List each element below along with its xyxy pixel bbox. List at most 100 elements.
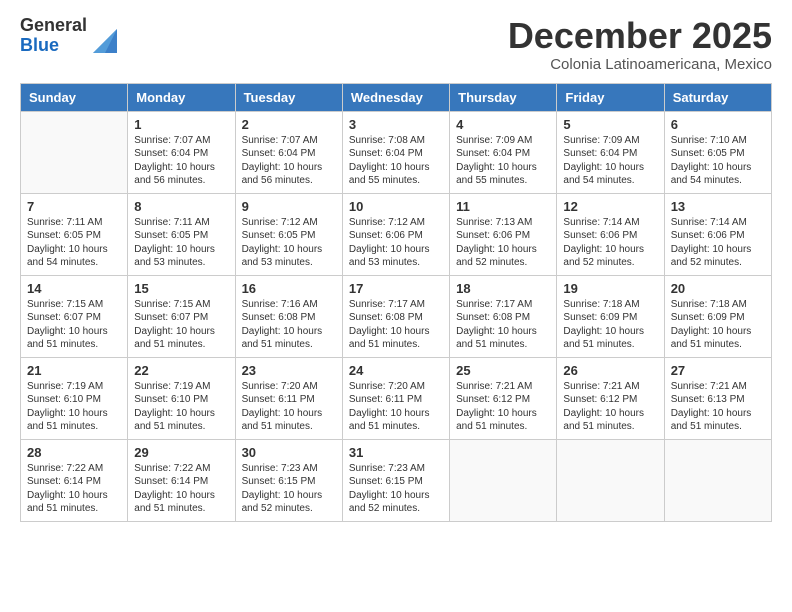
day-info: Sunrise: 7:23 AMSunset: 6:15 PMDaylight:… [242, 462, 336, 516]
calendar-cell: 16 Sunrise: 7:16 AMSunset: 6:08 PMDayligh… [235, 275, 342, 357]
calendar-week-5: 28 Sunrise: 7:22 AMSunset: 6:14 PMDayligh… [21, 439, 772, 521]
calendar-cell: 2 Sunrise: 7:07 AMSunset: 6:04 PMDaylight… [235, 111, 342, 193]
calendar-cell: 30 Sunrise: 7:23 AMSunset: 6:15 PMDayligh… [235, 439, 342, 521]
calendar-cell: 8 Sunrise: 7:11 AMSunset: 6:05 PMDaylight… [128, 193, 235, 275]
day-info: Sunrise: 7:12 AMSunset: 6:05 PMDaylight:… [242, 216, 336, 270]
day-number: 1 [134, 117, 228, 132]
day-number: 26 [563, 363, 657, 378]
calendar-cell: 26 Sunrise: 7:21 AMSunset: 6:12 PMDayligh… [557, 357, 664, 439]
day-number: 27 [671, 363, 765, 378]
calendar-cell: 1 Sunrise: 7:07 AMSunset: 6:04 PMDaylight… [128, 111, 235, 193]
weekday-header-saturday: Saturday [664, 83, 771, 111]
title-block: December 2025 Colonia Latinoamericana, M… [508, 16, 772, 73]
day-info: Sunrise: 7:11 AMSunset: 6:05 PMDaylight:… [134, 216, 228, 270]
weekday-header-tuesday: Tuesday [235, 83, 342, 111]
day-number: 16 [242, 281, 336, 296]
day-info: Sunrise: 7:20 AMSunset: 6:11 PMDaylight:… [242, 380, 336, 434]
weekday-header-wednesday: Wednesday [342, 83, 449, 111]
day-info: Sunrise: 7:11 AMSunset: 6:05 PMDaylight:… [27, 216, 121, 270]
calendar-cell: 4 Sunrise: 7:09 AMSunset: 6:04 PMDaylight… [450, 111, 557, 193]
day-info: Sunrise: 7:21 AMSunset: 6:12 PMDaylight:… [563, 380, 657, 434]
calendar-cell: 5Sunrise: 7:09 AMSunset: 6:04 PMDaylight… [557, 111, 664, 193]
day-info: Sunrise: 7:19 AMSunset: 6:10 PMDaylight:… [27, 380, 121, 434]
day-number: 21 [27, 363, 121, 378]
calendar-cell: 19Sunrise: 7:18 AMSunset: 6:09 PMDayligh… [557, 275, 664, 357]
calendar-table: SundayMondayTuesdayWednesdayThursdayFrid… [20, 83, 772, 522]
day-number: 9 [242, 199, 336, 214]
day-info: Sunrise: 7:12 AMSunset: 6:06 PMDaylight:… [349, 216, 443, 270]
day-info: Sunrise: 7:17 AMSunset: 6:08 PMDaylight:… [456, 298, 550, 352]
day-info: Sunrise: 7:10 AMSunset: 6:05 PMDaylight:… [671, 134, 765, 188]
day-number: 17 [349, 281, 443, 296]
day-info: Sunrise: 7:07 AMSunset: 6:04 PMDaylight:… [242, 134, 336, 188]
weekday-header-sunday: Sunday [21, 83, 128, 111]
day-info: Sunrise: 7:13 AMSunset: 6:06 PMDaylight:… [456, 216, 550, 270]
day-number: 20 [671, 281, 765, 296]
calendar-cell: 18Sunrise: 7:17 AMSunset: 6:08 PMDayligh… [450, 275, 557, 357]
calendar-cell: 17 Sunrise: 7:17 AMSunset: 6:08 PMDayligh… [342, 275, 449, 357]
day-info: Sunrise: 7:22 AMSunset: 6:14 PMDaylight:… [27, 462, 121, 516]
logo-icon [89, 25, 121, 55]
logo-text: General Blue [20, 16, 87, 56]
logo: General Blue [20, 16, 121, 56]
calendar-cell: 31 Sunrise: 7:23 AMSunset: 6:15 PMDayligh… [342, 439, 449, 521]
day-number: 8 [134, 199, 228, 214]
day-number: 30 [242, 445, 336, 460]
day-info: Sunrise: 7:14 AMSunset: 6:06 PMDaylight:… [563, 216, 657, 270]
calendar-cell: 25Sunrise: 7:21 AMSunset: 6:12 PMDayligh… [450, 357, 557, 439]
day-info: Sunrise: 7:15 AMSunset: 6:07 PMDaylight:… [27, 298, 121, 352]
day-info: Sunrise: 7:09 AMSunset: 6:04 PMDaylight:… [563, 134, 657, 188]
day-number: 4 [456, 117, 550, 132]
day-info: Sunrise: 7:14 AMSunset: 6:06 PMDaylight:… [671, 216, 765, 270]
day-number: 10 [349, 199, 443, 214]
day-info: Sunrise: 7:22 AMSunset: 6:14 PMDaylight:… [134, 462, 228, 516]
calendar-cell: 23Sunrise: 7:20 AMSunset: 6:11 PMDayligh… [235, 357, 342, 439]
location: Colonia Latinoamericana, Mexico [508, 56, 772, 73]
weekday-header-thursday: Thursday [450, 83, 557, 111]
day-number: 11 [456, 199, 550, 214]
day-number: 31 [349, 445, 443, 460]
calendar-cell: 29 Sunrise: 7:22 AMSunset: 6:14 PMDayligh… [128, 439, 235, 521]
day-number: 2 [242, 117, 336, 132]
calendar-cell [664, 439, 771, 521]
calendar-cell: 7Sunrise: 7:11 AMSunset: 6:05 PMDaylight… [21, 193, 128, 275]
calendar-week-2: 7Sunrise: 7:11 AMSunset: 6:05 PMDaylight… [21, 193, 772, 275]
day-info: Sunrise: 7:18 AMSunset: 6:09 PMDaylight:… [671, 298, 765, 352]
day-number: 15 [134, 281, 228, 296]
day-number: 3 [349, 117, 443, 132]
day-info: Sunrise: 7:19 AMSunset: 6:10 PMDaylight:… [134, 380, 228, 434]
calendar-cell: 10 Sunrise: 7:12 AMSunset: 6:06 PMDayligh… [342, 193, 449, 275]
calendar-cell: 9 Sunrise: 7:12 AMSunset: 6:05 PMDaylight… [235, 193, 342, 275]
calendar-cell: 14 Sunrise: 7:15 AMSunset: 6:07 PMDayligh… [21, 275, 128, 357]
calendar-cell: 28 Sunrise: 7:22 AMSunset: 6:14 PMDayligh… [21, 439, 128, 521]
weekday-header-friday: Friday [557, 83, 664, 111]
day-number: 28 [27, 445, 121, 460]
day-info: Sunrise: 7:17 AMSunset: 6:08 PMDaylight:… [349, 298, 443, 352]
calendar-cell: 21 Sunrise: 7:19 AMSunset: 6:10 PMDayligh… [21, 357, 128, 439]
page-header: General Blue December 2025 Colonia Latin… [20, 16, 772, 73]
calendar-cell: 11 Sunrise: 7:13 AMSunset: 6:06 PMDayligh… [450, 193, 557, 275]
day-info: Sunrise: 7:21 AMSunset: 6:12 PMDaylight:… [456, 380, 550, 434]
day-info: Sunrise: 7:08 AMSunset: 6:04 PMDaylight:… [349, 134, 443, 188]
calendar-cell [557, 439, 664, 521]
calendar-cell [450, 439, 557, 521]
day-number: 13 [671, 199, 765, 214]
month-title: December 2025 [508, 16, 772, 56]
calendar-week-4: 21 Sunrise: 7:19 AMSunset: 6:10 PMDayligh… [21, 357, 772, 439]
day-info: Sunrise: 7:23 AMSunset: 6:15 PMDaylight:… [349, 462, 443, 516]
day-number: 24 [349, 363, 443, 378]
calendar-week-3: 14 Sunrise: 7:15 AMSunset: 6:07 PMDayligh… [21, 275, 772, 357]
day-number: 6 [671, 117, 765, 132]
day-number: 14 [27, 281, 121, 296]
day-info: Sunrise: 7:21 AMSunset: 6:13 PMDaylight:… [671, 380, 765, 434]
day-number: 29 [134, 445, 228, 460]
calendar-cell: 6 Sunrise: 7:10 AMSunset: 6:05 PMDaylight… [664, 111, 771, 193]
day-info: Sunrise: 7:07 AMSunset: 6:04 PMDaylight:… [134, 134, 228, 188]
weekday-header-monday: Monday [128, 83, 235, 111]
weekday-header-row: SundayMondayTuesdayWednesdayThursdayFrid… [21, 83, 772, 111]
calendar-cell: 27 Sunrise: 7:21 AMSunset: 6:13 PMDayligh… [664, 357, 771, 439]
day-info: Sunrise: 7:18 AMSunset: 6:09 PMDaylight:… [563, 298, 657, 352]
day-info: Sunrise: 7:16 AMSunset: 6:08 PMDaylight:… [242, 298, 336, 352]
day-info: Sunrise: 7:09 AMSunset: 6:04 PMDaylight:… [456, 134, 550, 188]
calendar-cell: 12Sunrise: 7:14 AMSunset: 6:06 PMDayligh… [557, 193, 664, 275]
